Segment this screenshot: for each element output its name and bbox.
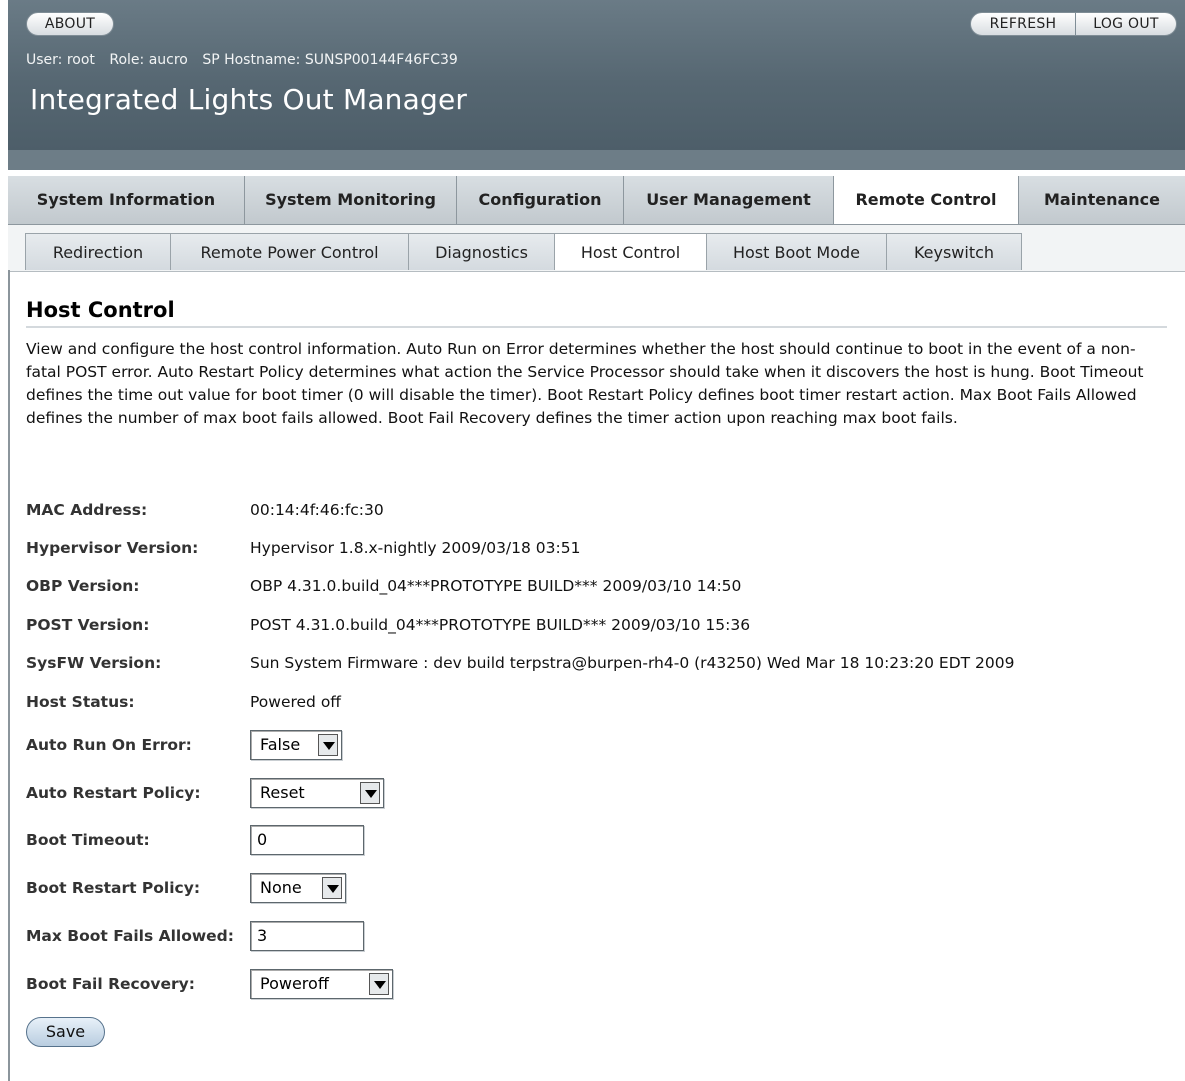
refresh-button[interactable]: REFRESH (970, 12, 1076, 36)
title-divider (26, 326, 1167, 328)
boot-timeout-label: Boot Timeout: (26, 831, 150, 849)
chevron-down-icon[interactable] (322, 877, 342, 899)
post-version-value: POST 4.31.0.build_04***PROTOTYPE BUILD**… (250, 616, 751, 634)
hypervisor-version-value: Hypervisor 1.8.x-nightly 2009/03/18 03:5… (250, 539, 581, 557)
sysfw-version-label: SysFW Version: (26, 654, 162, 672)
tab-remote-control[interactable]: Remote Control (833, 176, 1018, 224)
auto-run-on-error-select[interactable]: False (250, 730, 342, 760)
tab-user-management[interactable]: User Management (623, 176, 833, 224)
tab-system-monitoring[interactable]: System Monitoring (244, 176, 456, 224)
boot-restart-policy-value: None (260, 878, 302, 897)
mac-address-value: 00:14:4f:46:fc:30 (250, 501, 384, 519)
boot-fail-recovery-value: Poweroff (260, 974, 329, 993)
max-boot-fails-input[interactable]: 3 (250, 921, 364, 951)
chevron-down-icon[interactable] (360, 782, 380, 804)
sysfw-version-value: Sun System Firmware : dev build terpstra… (250, 654, 1015, 672)
secondary-tabs: Redirection Remote Power Control Diagnos… (8, 225, 1185, 272)
auto-restart-policy-label: Auto Restart Policy: (26, 784, 201, 802)
page-title: Host Control (26, 298, 175, 322)
auto-restart-policy-value: Reset (260, 783, 305, 802)
tab-maintenance[interactable]: Maintenance (1018, 176, 1185, 224)
hypervisor-version-label: Hypervisor Version: (26, 539, 199, 557)
save-button[interactable]: Save (26, 1017, 105, 1047)
post-version-label: POST Version: (26, 616, 150, 634)
host-status-value: Powered off (250, 693, 341, 711)
obp-version-value: OBP 4.31.0.build_04***PROTOTYPE BUILD***… (250, 577, 742, 595)
auto-restart-policy-select[interactable]: Reset (250, 778, 384, 808)
subtab-redirection[interactable]: Redirection (25, 233, 171, 270)
auto-run-on-error-label: Auto Run On Error: (26, 736, 192, 754)
boot-fail-recovery-select[interactable]: Poweroff (250, 969, 393, 999)
about-button[interactable]: ABOUT (26, 12, 114, 36)
subtab-host-control[interactable]: Host Control (554, 233, 707, 270)
subtab-keyswitch[interactable]: Keyswitch (886, 233, 1022, 270)
boot-timeout-input[interactable]: 0 (250, 825, 364, 855)
logout-button[interactable]: LOG OUT (1075, 12, 1177, 36)
role-info: Role: aucro (109, 52, 188, 68)
tab-system-information[interactable]: System Information (8, 176, 244, 224)
masthead-strip (8, 150, 1185, 170)
mac-address-label: MAC Address: (26, 501, 148, 519)
obp-version-label: OBP Version: (26, 577, 140, 595)
boot-restart-policy-select[interactable]: None (250, 873, 346, 903)
chevron-down-icon[interactable] (369, 973, 389, 995)
boot-fail-recovery-label: Boot Fail Recovery: (26, 975, 195, 993)
app-title: Integrated Lights Out Manager (30, 83, 468, 116)
primary-tabs: System Information System Monitoring Con… (8, 176, 1185, 225)
host-status-label: Host Status: (26, 693, 135, 711)
tab-configuration[interactable]: Configuration (456, 176, 623, 224)
auto-run-on-error-value: False (260, 735, 301, 754)
subtab-diagnostics[interactable]: Diagnostics (408, 233, 555, 270)
session-info: User: root Role: aucro SP Hostname: SUNS… (26, 52, 468, 68)
max-boot-fails-label: Max Boot Fails Allowed: (26, 927, 234, 945)
hostname-info: SP Hostname: SUNSP00144F46FC39 (202, 52, 458, 68)
boot-restart-policy-label: Boot Restart Policy: (26, 879, 201, 897)
subtab-host-boot-mode[interactable]: Host Boot Mode (706, 233, 887, 270)
chevron-down-icon[interactable] (318, 734, 338, 756)
subtab-remote-power-control[interactable]: Remote Power Control (170, 233, 409, 270)
page-description: View and configure the host control info… (26, 340, 1144, 427)
user-info: User: root (26, 52, 95, 68)
content-border (8, 270, 10, 1081)
